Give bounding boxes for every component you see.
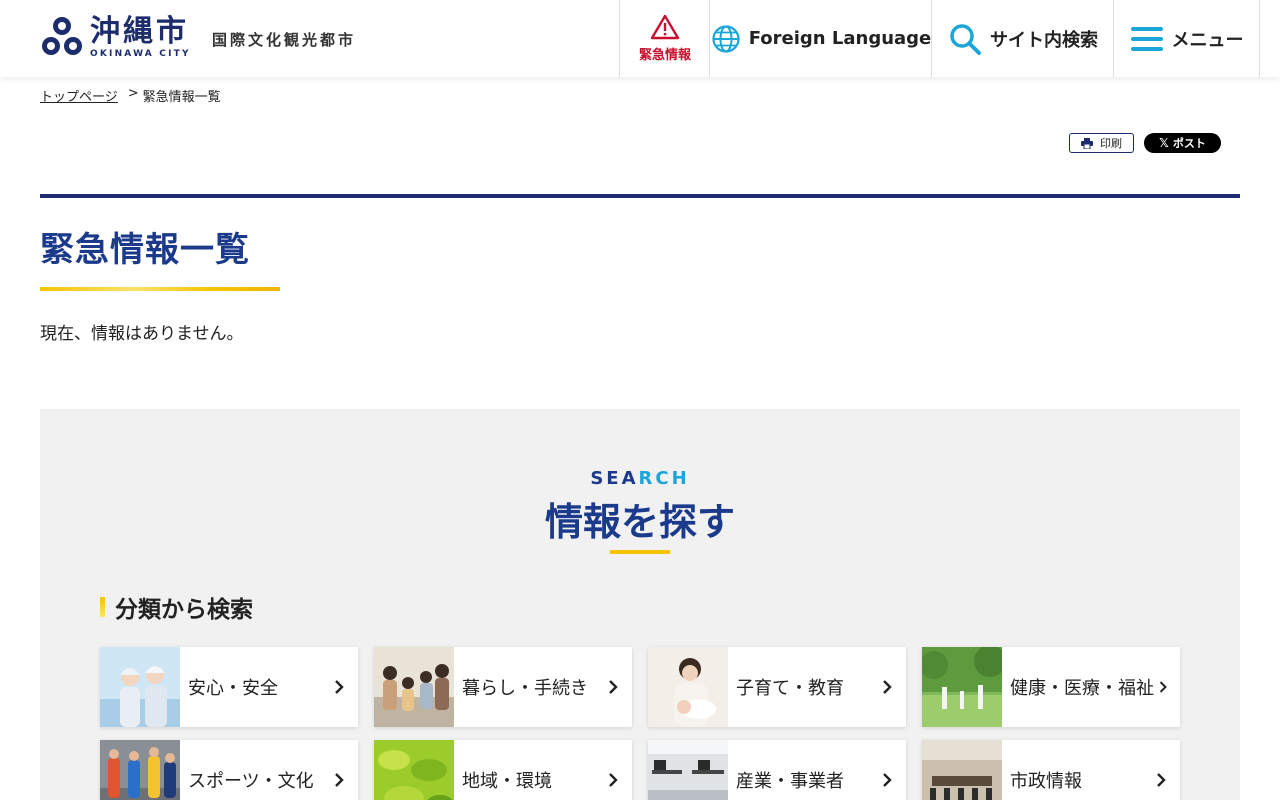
search-section-title: 情報を探す (544, 500, 735, 544)
globe-icon (712, 24, 740, 53)
chevron-right-icon (1159, 681, 1167, 693)
post-label: ポスト (1172, 137, 1206, 150)
title-underline (40, 287, 280, 291)
heading-accent-bar (100, 597, 105, 617)
foreign-language-label: Foreign Language (748, 28, 932, 49)
hamburger-menu-icon (1130, 26, 1163, 51)
page-title: 緊急情報一覧 (40, 230, 250, 270)
category-label: 産業・事業者 (736, 771, 844, 792)
safety-workers-photo (100, 647, 180, 727)
breadcrumb-current: 緊急情報一覧 (142, 90, 221, 105)
category-card-health[interactable]: 健康・医療・福祉 (922, 647, 1180, 727)
category-label: 安心・安全 (188, 678, 278, 699)
search-section-en-label: SEARCH (40, 468, 1240, 489)
category-card-childcare[interactable]: 子育て・教育 (648, 647, 906, 727)
category-label: 子育て・教育 (736, 678, 844, 699)
search-en-b: RCH (638, 468, 690, 489)
chevron-right-icon (883, 680, 892, 694)
x-logo-icon: 𝕏 (1159, 136, 1169, 150)
category-card-city-government[interactable]: 市政情報 (922, 740, 1180, 800)
category-heading-label: 分類から検索 (115, 597, 253, 623)
search-title-underline (610, 550, 670, 554)
x-post-button[interactable]: 𝕏 ポスト (1144, 133, 1221, 153)
chevron-right-icon (609, 680, 618, 694)
foreign-language-button[interactable]: Foreign Language (709, 0, 932, 77)
print-label: 印刷 (1100, 137, 1122, 150)
category-card-living[interactable]: 暮らし・手続き (374, 647, 632, 727)
search-en-a: SEA (590, 468, 639, 489)
category-label: 市政情報 (1010, 771, 1082, 792)
site-search-button[interactable]: サイト内検索 (931, 0, 1114, 77)
logo-name: 沖縄市 (90, 13, 189, 49)
print-button[interactable]: 印刷 (1069, 133, 1134, 153)
emergency-info-label: 緊急情報 (638, 48, 691, 63)
category-search-heading: 分類から検索 (100, 590, 253, 624)
chevron-right-icon (335, 773, 344, 787)
warning-icon (650, 14, 680, 40)
no-info-message: 現在、情報はありません。 (40, 324, 244, 344)
parent-baby-photo (648, 647, 728, 727)
office-photo (648, 740, 728, 800)
marathon-photo (100, 740, 180, 800)
category-card-industry-business[interactable]: 産業・事業者 (648, 740, 906, 800)
emergency-info-button[interactable]: 緊急情報 (619, 0, 710, 77)
title-top-rule (40, 194, 1240, 198)
chevron-right-icon (609, 773, 618, 787)
breadcrumb: トップページ > 緊急情報一覧 (40, 86, 221, 105)
category-label: 暮らし・手続き (462, 678, 588, 699)
category-card-sports-culture[interactable]: スポーツ・文化 (100, 740, 358, 800)
site-search-label: サイト内検索 (990, 29, 1098, 51)
category-label: 地域・環境 (462, 771, 552, 792)
chevron-right-icon (335, 680, 344, 694)
city-emblem-icon (42, 17, 82, 55)
printer-icon (1081, 137, 1093, 149)
menu-label: メニュー (1171, 29, 1244, 51)
category-label: スポーツ・文化 (188, 771, 314, 792)
green-leaves-photo (374, 740, 454, 800)
site-header: 沖縄市 OKINAWA CITY 国際文化観光都市 緊急情報 Foreign L… (0, 0, 1280, 77)
category-label: 健康・医療・福祉 (1010, 678, 1154, 699)
breadcrumb-separator: > (127, 86, 139, 101)
family-photo (374, 647, 454, 727)
logo-sub: OKINAWA CITY (90, 48, 191, 59)
site-logo[interactable]: 沖縄市 OKINAWA CITY (40, 14, 191, 60)
park-exercise-photo (922, 647, 1002, 727)
category-card-safety[interactable]: 安心・安全 (100, 647, 358, 727)
search-section: SEARCH 情報を探す 分類から検索 安心・安全 暮らし・手続き 子育て・教育… (40, 409, 1240, 800)
category-card-community-environment[interactable]: 地域・環境 (374, 740, 632, 800)
city-tagline: 国際文化観光都市 (212, 31, 357, 49)
menu-button[interactable]: メニュー (1113, 0, 1260, 77)
chevron-right-icon (1157, 773, 1166, 787)
search-icon (950, 23, 981, 55)
breadcrumb-home-link[interactable]: トップページ (40, 86, 118, 105)
council-room-photo (922, 740, 1002, 800)
chevron-right-icon (883, 773, 892, 787)
